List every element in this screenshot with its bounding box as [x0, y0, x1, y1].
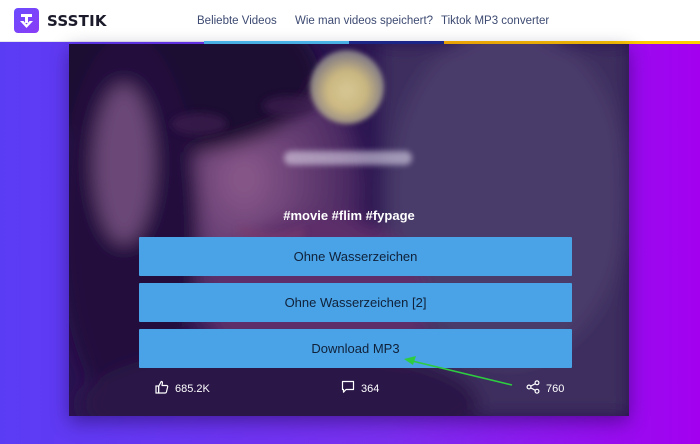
video-caption: #movie #flim #fypage [283, 208, 415, 223]
download-no-watermark-button[interactable]: Ohne Wasserzeichen [139, 237, 572, 276]
comments-count: 364 [361, 382, 380, 395]
top-navigation-bar: SSSTIK Beliebte Videos Wie man videos sp… [0, 0, 700, 42]
shares-stat: 760 [526, 380, 564, 397]
logo-text: SSSTIK [47, 11, 107, 30]
creator-username-blurred [284, 151, 412, 165]
share-icon [526, 380, 540, 397]
download-mp3-button[interactable]: Download MP3 [139, 329, 572, 368]
creator-avatar [310, 50, 384, 124]
nav-link-popular-videos[interactable]: Beliebte Videos [197, 0, 277, 42]
comments-stat: 364 [341, 380, 379, 397]
download-arrow-icon [14, 8, 39, 33]
likes-stat: 685.2K [155, 380, 210, 397]
nav-link-mp3-converter[interactable]: Tiktok MP3 converter [441, 0, 549, 42]
thumbs-up-icon [155, 380, 169, 397]
download-no-watermark-2-button[interactable]: Ohne Wasserzeichen [2] [139, 283, 572, 322]
video-result-card: #movie #flim #fypage Ohne Wasserzeichen … [69, 44, 629, 416]
comment-icon [341, 380, 355, 397]
nav-link-how-to-save[interactable]: Wie man videos speichert? [295, 0, 433, 42]
likes-count: 685.2K [175, 382, 210, 395]
shares-count: 760 [546, 382, 565, 395]
site-logo[interactable]: SSSTIK [14, 8, 107, 33]
